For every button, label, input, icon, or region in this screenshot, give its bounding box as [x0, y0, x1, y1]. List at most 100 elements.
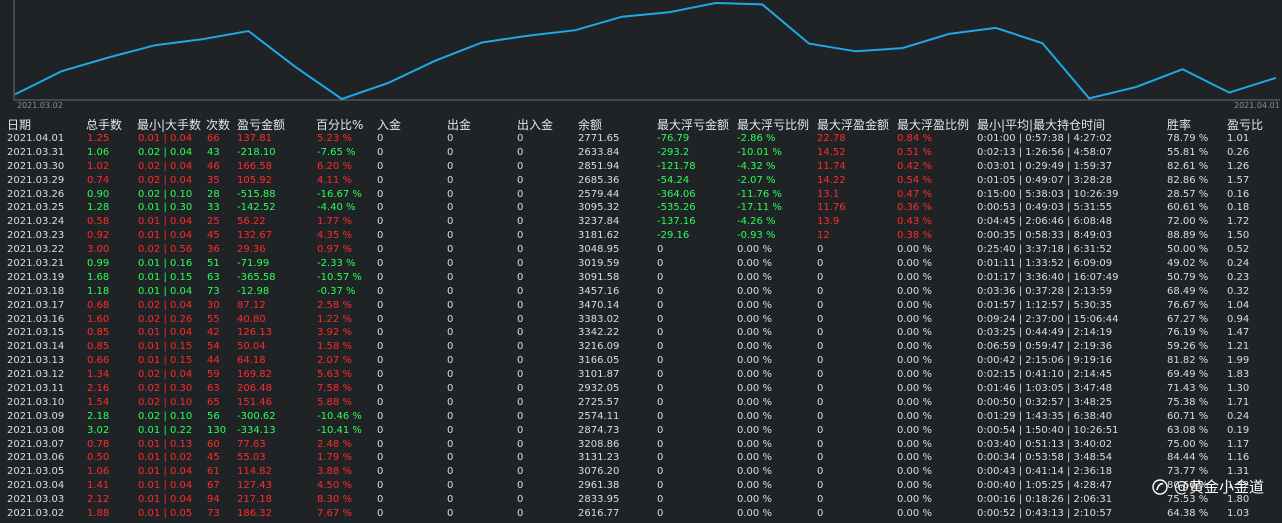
cell-max-float-loss-pct: -0.93 % [737, 230, 776, 242]
cell-pct: 1.22 % [317, 313, 352, 325]
table-row: 2021.03.24 0.58 0.01 | 0.04 25 56.22 1.77 % 0 0… [0, 215, 1282, 229]
header-deposit: 入金 [377, 118, 402, 132]
cell-max-float-profit: 0 [817, 369, 824, 381]
cell-withdraw: 0 [447, 452, 454, 464]
cell-date: 2021.03.13 [7, 355, 65, 367]
cell-net-flow: 0 [517, 508, 524, 520]
cell-count: 43 [207, 146, 220, 158]
cell-pnl: -218.10 [237, 146, 276, 158]
cell-date: 2021.03.03 [7, 494, 65, 506]
cell-pct: 6.20 % [317, 160, 352, 172]
table-row: 2021.03.14 0.85 0.01 | 0.15 54 50.04 1.58 % 0 0… [0, 340, 1282, 354]
cell-withdraw: 0 [447, 424, 454, 436]
cell-hold-time: 0:15:00 | 5:38:03 | 10:26:39 [977, 188, 1119, 200]
cell-max-float-loss: 0 [657, 424, 664, 436]
cell-total-lots: 0.68 [87, 299, 110, 311]
cell-max-float-profit-pct: 0.00 % [897, 508, 932, 520]
cell-hold-time: 0:02:13 | 1:26:56 | 4:58:07 [977, 146, 1113, 158]
cell-balance: 2874.73 [578, 424, 620, 436]
cell-hold-time: 0:06:59 | 0:59:47 | 2:19:36 [977, 341, 1113, 353]
table-row: 2021.03.06 0.50 0.01 | 0.02 45 55.03 1.79 % 0 0… [0, 451, 1282, 465]
table-row: 2021.03.23 0.92 0.01 | 0.04 45 132.67 4.35 % 0… [0, 229, 1282, 243]
cell-max-float-loss-pct: -2.07 % [737, 174, 776, 186]
cell-pct: 0.97 % [317, 244, 352, 256]
cell-net-flow: 0 [517, 202, 524, 214]
cell-pl-ratio: 1.47 [1227, 327, 1250, 339]
cell-total-lots: 1.34 [87, 369, 110, 381]
cell-max-float-profit-pct: 0.00 % [897, 424, 932, 436]
cell-date: 2021.03.17 [7, 299, 65, 311]
cell-win-rate: 50.00 % [1167, 244, 1209, 256]
cell-pl-ratio: 1.17 [1227, 438, 1250, 450]
cell-max-float-profit: 0 [817, 355, 824, 367]
cell-deposit: 0 [377, 452, 384, 464]
cell-balance: 2932.05 [578, 383, 620, 395]
cell-hold-time: 0:00:54 | 1:50:40 | 10:26:51 [977, 424, 1119, 436]
cell-max-float-profit-pct: 0.36 % [897, 202, 932, 214]
cell-pl-ratio: 1.16 [1227, 452, 1250, 464]
cell-pct: 1.58 % [317, 341, 352, 353]
table-row: 2021.03.10 1.54 0.02 | 0.10 65 151.46 5.88 % 0… [0, 396, 1282, 410]
cell-total-lots: 0.78 [87, 438, 110, 450]
cell-pnl: 50.04 [237, 341, 266, 353]
cell-date: 2021.03.07 [7, 438, 65, 450]
cell-count: 55 [207, 313, 220, 325]
cell-total-lots: 3.00 [87, 244, 110, 256]
cell-pnl: -300.62 [237, 410, 276, 422]
cell-hold-time: 0:01:05 | 0:49:07 | 3:28:28 [977, 174, 1113, 186]
cell-pl-ratio: 0.24 [1227, 410, 1250, 422]
cell-count: 45 [207, 452, 220, 464]
cell-deposit: 0 [377, 244, 384, 256]
cell-pl-ratio: 1.21 [1227, 341, 1250, 353]
table-row: 2021.03.07 0.78 0.01 | 0.13 60 77.63 2.48 % 0 0… [0, 438, 1282, 452]
cell-max-float-loss: 0 [657, 452, 664, 464]
cell-max-float-profit: 0 [817, 424, 824, 436]
cell-net-flow: 0 [517, 244, 524, 256]
table-row: 2021.03.21 0.99 0.01 | 0.16 51 -71.99 -2.33 %… [0, 257, 1282, 271]
cell-net-flow: 0 [517, 480, 524, 492]
cell-net-flow: 0 [517, 494, 524, 506]
cell-balance: 3470.14 [578, 299, 620, 311]
cell-pct: 2.48 % [317, 438, 352, 450]
cell-count: 25 [207, 216, 220, 228]
cell-deposit: 0 [377, 410, 384, 422]
cell-min-max-lots: 0.01 | 0.04 [138, 480, 193, 492]
cell-win-rate: 75.38 % [1167, 396, 1209, 408]
cell-win-rate: 68.49 % [1167, 285, 1209, 297]
header-win-rate: 胜率 [1167, 118, 1192, 132]
cell-withdraw: 0 [447, 341, 454, 353]
cell-max-float-loss-pct: 0.00 % [737, 299, 772, 311]
cell-balance: 3383.02 [578, 313, 620, 325]
cell-net-flow: 0 [517, 174, 524, 186]
cell-count: 33 [207, 202, 220, 214]
cell-hold-time: 0:01:00 | 0:57:38 | 4:27:02 [977, 133, 1113, 144]
header-count: 次数 [206, 118, 231, 132]
cell-max-float-loss-pct: -4.32 % [737, 160, 776, 172]
cell-win-rate: 69.49 % [1167, 369, 1209, 381]
cell-pl-ratio: 0.32 [1227, 285, 1250, 297]
cell-max-float-profit-pct: 0.43 % [897, 216, 932, 228]
cell-max-float-profit: 0 [817, 299, 824, 311]
cell-max-float-profit-pct: 0.00 % [897, 285, 932, 297]
cell-total-lots: 1.18 [87, 285, 110, 297]
cell-withdraw: 0 [447, 202, 454, 214]
cell-max-float-profit-pct: 0.00 % [897, 271, 932, 283]
cell-win-rate: 72.00 % [1167, 216, 1209, 228]
cell-net-flow: 0 [517, 313, 524, 325]
cell-max-float-loss: 0 [657, 355, 664, 367]
cell-withdraw: 0 [447, 174, 454, 186]
header-balance: 余额 [578, 118, 603, 132]
cell-hold-time: 0:04:45 | 2:06:46 | 6:08:48 [977, 216, 1113, 228]
cell-win-rate: 67.27 % [1167, 313, 1209, 325]
cell-pl-ratio: 1.26 [1227, 160, 1250, 172]
cell-count: 59 [207, 369, 220, 381]
cell-withdraw: 0 [447, 160, 454, 172]
cell-max-float-loss-pct: -10.01 % [737, 146, 782, 158]
cell-total-lots: 0.99 [87, 258, 110, 270]
cell-deposit: 0 [377, 341, 384, 353]
table-row: 2021.03.25 1.28 0.01 | 0.30 33 -142.52 -4.40 … [0, 201, 1282, 215]
cell-pl-ratio: 0.19 [1227, 424, 1250, 436]
cell-min-max-lots: 0.01 | 0.15 [138, 271, 193, 283]
cell-net-flow: 0 [517, 160, 524, 172]
header-pnl: 盈亏金额 [237, 118, 286, 132]
